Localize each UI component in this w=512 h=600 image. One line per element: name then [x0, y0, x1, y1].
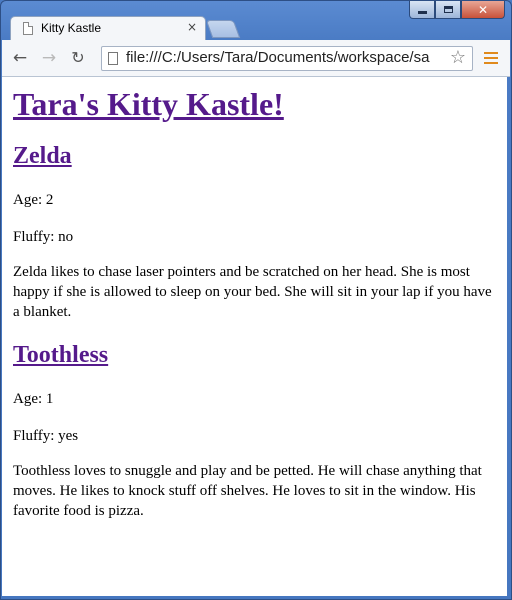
minimize-button[interactable] [409, 1, 435, 19]
close-window-button[interactable]: ✕ [461, 1, 505, 19]
close-icon: ✕ [477, 2, 489, 17]
cat-description: Toothless loves to snuggle and play and … [13, 463, 482, 519]
cat-description: Zelda likes to chase laser pointers and … [13, 264, 492, 320]
tab-title: Kitty Kastle [41, 21, 102, 35]
cat-section-toothless: Toothless Age: 1 Fluffy: yes Toothless l… [13, 342, 499, 519]
tab-kitty-kastle[interactable]: Kitty Kastle × [10, 16, 206, 40]
reload-icon[interactable]: ↻ [68, 48, 88, 68]
back-arrow-icon[interactable]: ← [10, 48, 30, 68]
new-tab-button[interactable] [205, 20, 241, 38]
forward-arrow-icon[interactable]: → [39, 48, 59, 68]
page-favicon-icon [23, 22, 33, 35]
cat-age: Age: 2 [13, 192, 54, 208]
minimize-icon [417, 11, 427, 14]
cat-name-link[interactable]: Toothless [13, 342, 108, 368]
maximize-button[interactable] [435, 1, 461, 19]
cat-name: Zelda [13, 143, 499, 170]
cat-fluffy: Fluffy: no [13, 229, 74, 245]
bookmark-star-icon[interactable]: ☆ [447, 47, 469, 70]
menu-icon[interactable] [484, 52, 498, 64]
address-bar[interactable]: file:///C:/Users/Tara/Documents/workspac… [101, 46, 473, 71]
cat-age: Age: 1 [13, 391, 54, 407]
window-controls: ✕ [409, 1, 505, 19]
page-content: Tara's Kitty Kastle! Zelda Age: 2 Fluffy… [2, 77, 507, 596]
page-title-link[interactable]: Tara's Kitty Kastle! [13, 86, 284, 122]
maximize-icon [443, 6, 453, 13]
page-icon [108, 52, 118, 65]
tab-close-icon[interactable]: × [187, 20, 197, 34]
url-text[interactable]: file:///C:/Users/Tara/Documents/workspac… [126, 49, 429, 66]
toolbar: ← → ↻ file:///C:/Users/Tara/Documents/wo… [2, 40, 510, 77]
page-title: Tara's Kitty Kastle! [13, 86, 284, 123]
cat-section-zelda: Zelda Age: 2 Fluffy: no Zelda likes to c… [13, 143, 499, 320]
browser-window: ✕ Kitty Kastle × ← → ↻ file:///C:/Users/… [0, 0, 512, 600]
cat-name-link[interactable]: Zelda [13, 143, 72, 169]
cat-name: Toothless [13, 342, 499, 369]
cat-fluffy: Fluffy: yes [13, 428, 79, 444]
